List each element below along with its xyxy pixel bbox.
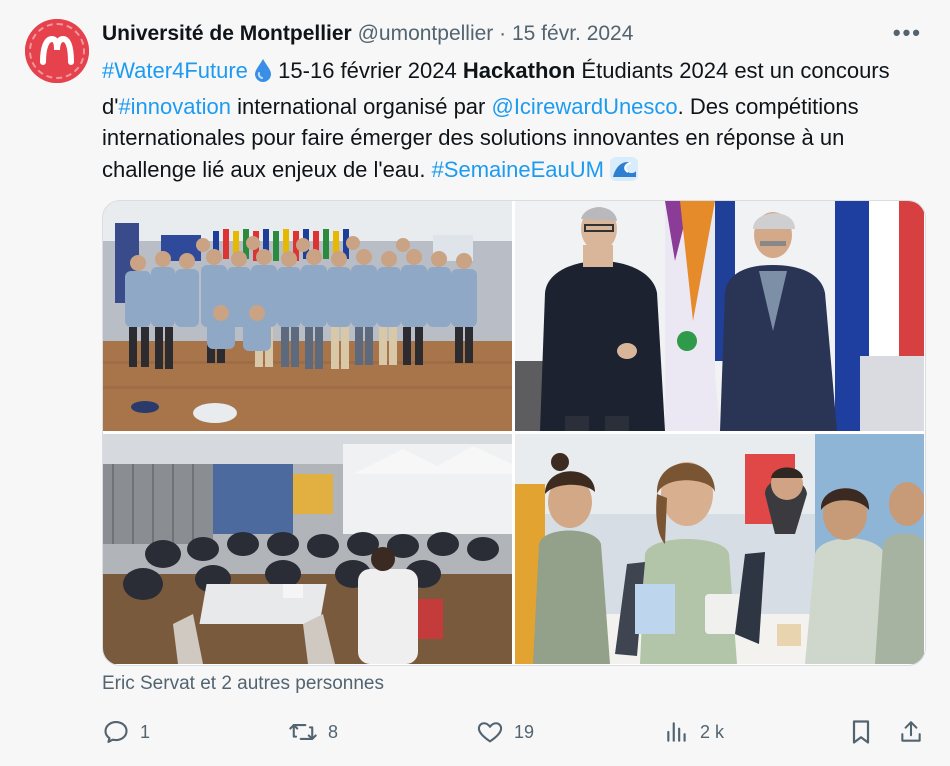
author-handle[interactable]: @umontpellier [358,22,494,45]
bookmark-button[interactable] [849,714,873,750]
hashtag-innovation[interactable]: #innovation [118,94,231,119]
hall-photo[interactable] [103,434,512,664]
action-bar: 1 8 19 2 k [102,714,924,750]
tweet-dates: 15-16 février 2024 [272,58,463,83]
hackathon-label: Hackathon [462,58,576,83]
photo-grid [102,200,926,666]
more-icon[interactable]: ••• [893,20,922,46]
reply-button[interactable]: 1 [102,714,150,750]
views-count: 2 k [700,721,725,742]
reply-icon [102,718,130,746]
views-icon [664,718,690,746]
heart-icon [476,718,504,746]
hashtag-water4future[interactable]: #Water4Future [102,58,248,83]
like-count: 19 [514,721,535,742]
separator-dot: · [499,22,507,45]
share-icon [898,718,924,746]
avatar[interactable] [25,19,89,83]
tweet-part2: international organisé par [230,93,492,119]
bookmark-icon [849,718,873,746]
tagged-people[interactable]: Eric Servat et 2 autres personnes [102,671,384,697]
two-men-photo[interactable] [515,201,924,431]
tweet-date[interactable]: 15 févr. 2024 [512,22,633,45]
share-button[interactable] [898,714,924,750]
retweet-count: 8 [328,721,339,742]
group-photo[interactable] [103,201,512,431]
like-button[interactable]: 19 [476,714,534,750]
droplet-icon [254,58,272,91]
wave-icon [610,156,639,190]
retweet-icon [288,718,318,746]
hashtag-semaineeauum[interactable]: #SemaineEauUM [432,157,604,182]
mention-icireward[interactable]: @IcirewardUnesco [491,94,677,119]
views-button[interactable]: 2 k [664,714,724,750]
tweet-text: #Water4Future 15-16 février 2024 Hackath… [102,55,932,189]
author-name[interactable]: Université de Montpellier [102,22,352,45]
retweet-button[interactable]: 8 [288,714,338,750]
reply-count: 1 [140,721,151,742]
students-laptops-photo[interactable] [515,434,924,664]
tweet-header: Université de Montpellier @umontpellier … [102,19,633,49]
um-logo-icon [29,23,85,79]
